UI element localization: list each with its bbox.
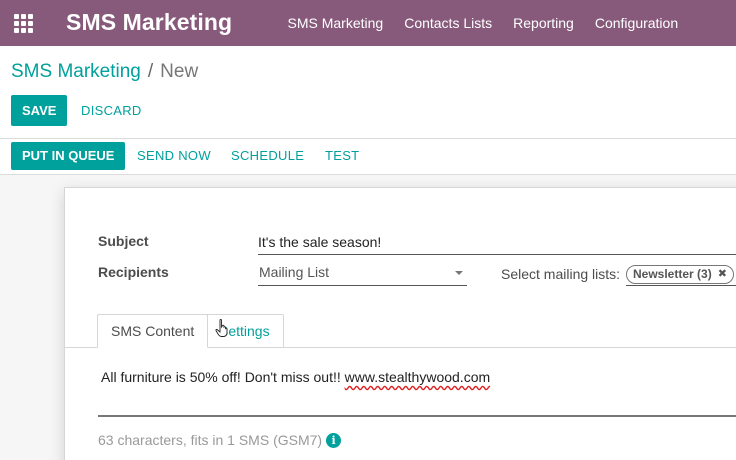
top-menu: SMS Marketing Contacts Lists Reporting C… — [277, 0, 689, 46]
sms-body-text: All furniture is 50% off! Don't miss out… — [101, 369, 345, 385]
menu-reporting[interactable]: Reporting — [503, 0, 585, 46]
subject-label: Subject — [98, 233, 149, 249]
recipients-label: Recipients — [98, 264, 169, 280]
divider — [0, 138, 736, 139]
sms-counter-text: 63 characters, fits in 1 SMS (GSM7) — [98, 432, 323, 448]
top-navbar: SMS Marketing SMS Marketing Contacts Lis… — [0, 0, 736, 46]
save-button[interactable]: SAVE — [11, 95, 68, 126]
mailing-list-tag[interactable]: Newsletter (3) ✖ — [626, 265, 734, 284]
mailing-list-tag-label: Newsletter (3) — [633, 267, 712, 281]
app-brand[interactable]: SMS Marketing — [66, 9, 232, 36]
send-now-button[interactable]: SEND NOW — [126, 142, 222, 170]
chevron-down-icon — [455, 271, 463, 275]
menu-contacts-lists[interactable]: Contacts Lists — [394, 0, 503, 46]
menu-configuration[interactable]: Configuration — [584, 0, 688, 46]
apps-grid-icon[interactable] — [0, 0, 46, 46]
sms-body-link: www.stealthywood.com — [344, 369, 491, 385]
recipients-value: Mailing List — [259, 264, 330, 280]
schedule-button[interactable]: SCHEDULE — [220, 142, 315, 170]
subject-input[interactable]: It's the sale season! — [258, 234, 381, 250]
test-button[interactable]: TEST — [314, 142, 370, 170]
mailing-lists-field[interactable]: Newsletter (3) ✖ — [626, 264, 736, 286]
recipients-select[interactable]: Mailing List — [258, 264, 467, 286]
info-icon[interactable]: i — [326, 432, 342, 448]
breadcrumb: SMS Marketing / New — [11, 61, 198, 83]
sms-body-input[interactable]: All furniture is 50% off! Don't miss out… — [101, 369, 490, 385]
breadcrumb-separator: / — [147, 61, 154, 82]
sms-body-underline — [98, 415, 736, 417]
discard-button[interactable]: DISCARD — [70, 95, 153, 126]
tab-settings[interactable]: Settings — [205, 314, 284, 348]
close-icon[interactable]: ✖ — [718, 266, 727, 283]
subject-underline — [258, 254, 736, 255]
menu-sms-marketing[interactable]: SMS Marketing — [277, 0, 394, 46]
breadcrumb-current: New — [160, 61, 199, 82]
tab-sms-content[interactable]: SMS Content — [97, 314, 209, 348]
put-in-queue-button[interactable]: PUT IN QUEUE — [11, 142, 126, 170]
mailing-lists-label: Select mailing lists: — [501, 266, 621, 282]
sms-counter: 63 characters, fits in 1 SMS (GSM7) i — [98, 432, 342, 448]
breadcrumb-parent[interactable]: SMS Marketing — [11, 61, 141, 82]
